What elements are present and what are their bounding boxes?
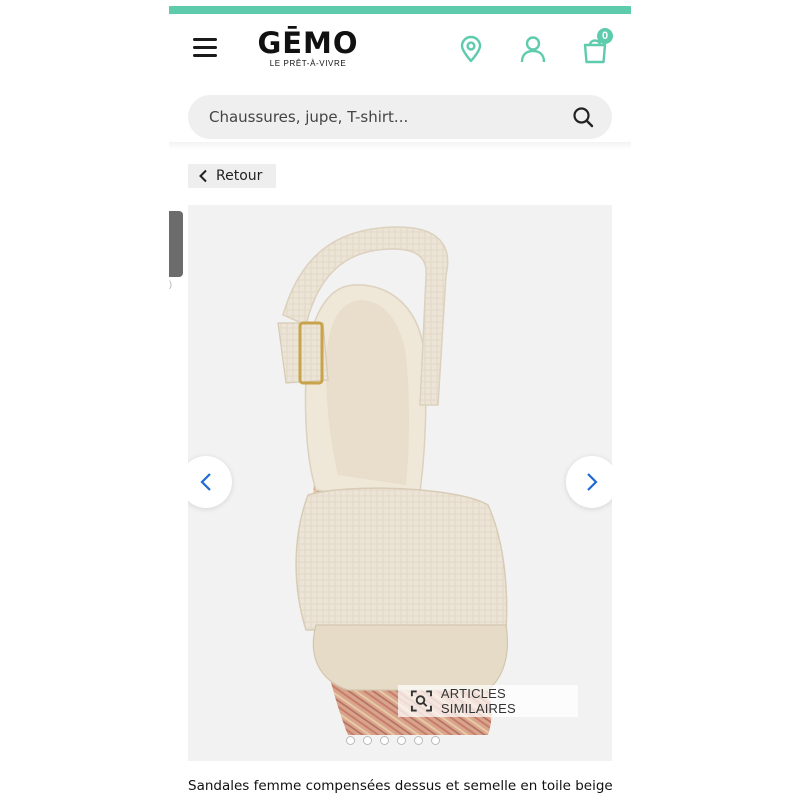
- product-image-gallery[interactable]: ARTICLES SIMILAIRES: [188, 205, 612, 761]
- similar-items-button[interactable]: ARTICLES SIMILAIRES: [398, 685, 578, 717]
- similar-items-label: ARTICLES SIMILAIRES: [440, 686, 516, 716]
- gallery-dot[interactable]: [363, 736, 372, 745]
- account-icon[interactable]: [518, 34, 548, 64]
- chevron-right-icon: [587, 473, 598, 491]
- store-locator-icon[interactable]: [456, 34, 486, 64]
- search-icon[interactable]: [572, 106, 594, 128]
- product-title: Sandales femme compensées dessus et seme…: [188, 778, 613, 794]
- gallery-dot[interactable]: [380, 736, 389, 745]
- back-button[interactable]: Retour: [188, 164, 276, 188]
- top-accent-bar: [169, 6, 631, 14]
- product-image: [277, 226, 509, 735]
- gallery-dot[interactable]: [397, 736, 406, 745]
- gallery-dot[interactable]: [431, 736, 440, 745]
- search-input[interactable]: [207, 107, 572, 127]
- brand-name: GĒMO: [257, 26, 359, 60]
- gallery-pagination: [346, 736, 440, 745]
- back-label: Retour: [216, 168, 263, 184]
- side-panel-mark: ): [169, 279, 172, 289]
- gallery-dot[interactable]: [346, 736, 355, 745]
- gallery-dot[interactable]: [414, 736, 423, 745]
- header-divider: [169, 142, 631, 150]
- search-bar[interactable]: [188, 95, 612, 139]
- brand-logo[interactable]: GĒMO LE PRÊT-À-VIVRE: [252, 26, 364, 68]
- chevron-left-icon: [199, 169, 207, 183]
- menu-icon[interactable]: [193, 38, 217, 58]
- site-header: GĒMO LE PRÊT-À-VIVRE 0: [169, 14, 631, 144]
- brand-tagline: LE PRÊT-À-VIVRE: [269, 59, 347, 68]
- cart-button[interactable]: 0: [580, 28, 613, 64]
- visual-search-icon: [410, 690, 432, 712]
- gallery-next-button[interactable]: [566, 456, 612, 508]
- side-panel-handle[interactable]: [169, 211, 183, 277]
- cart-count-badge: 0: [597, 28, 613, 44]
- chevron-left-icon: [200, 473, 211, 491]
- mobile-viewport: GĒMO LE PRÊT-À-VIVRE 0 Chaussures, jupe,…: [169, 0, 631, 800]
